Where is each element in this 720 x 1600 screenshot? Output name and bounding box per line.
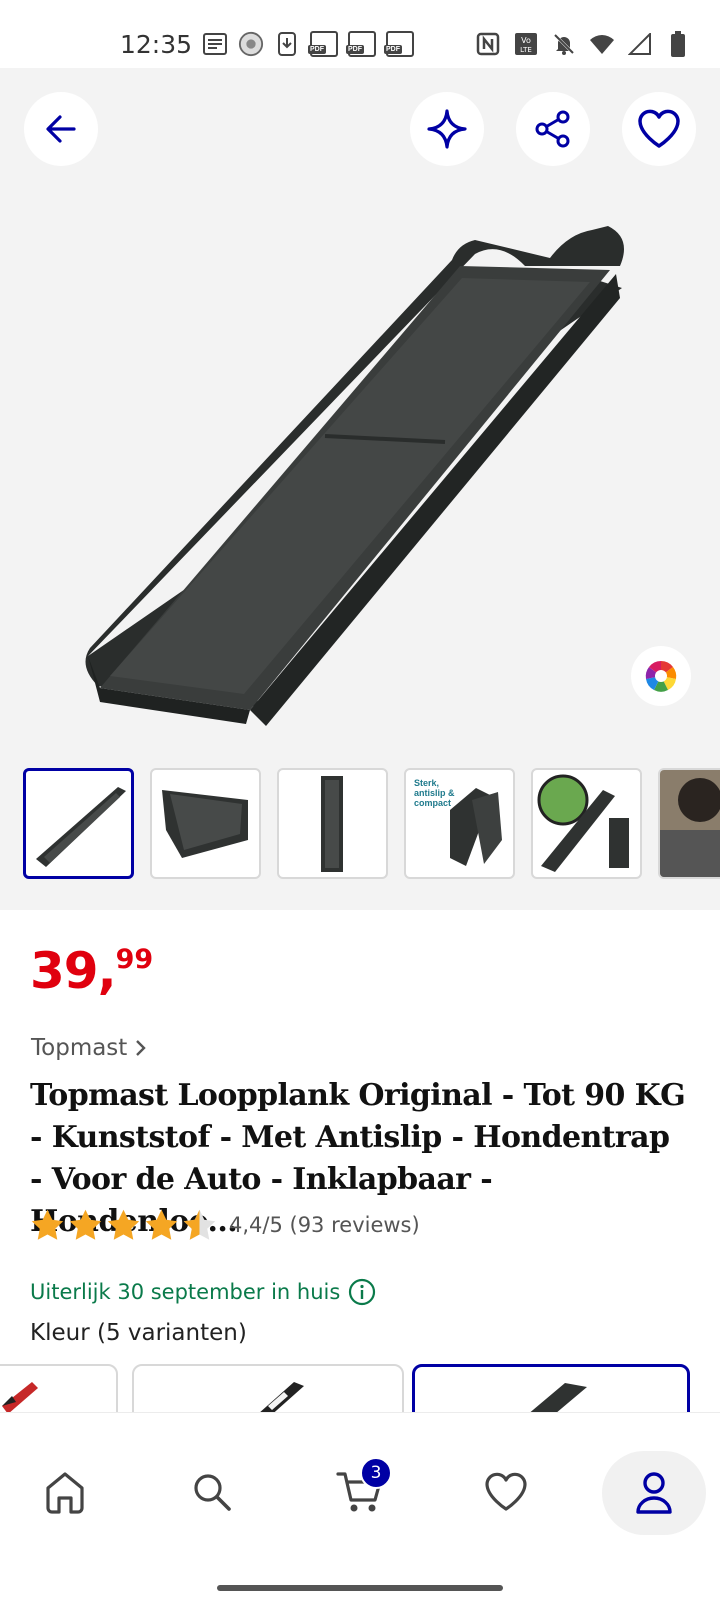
info-icon[interactable]: [348, 1278, 376, 1306]
heart-icon: [485, 1472, 527, 1511]
nav-cart[interactable]: 3: [310, 1453, 410, 1531]
star-icon: [145, 1209, 178, 1240]
half-star-icon: [183, 1209, 216, 1240]
account-icon: [636, 1472, 672, 1514]
status-time: 12:35: [120, 30, 193, 59]
rating-text: 4,4/5 (93 reviews): [229, 1213, 420, 1237]
back-button[interactable]: [24, 92, 98, 166]
thumbnail-3[interactable]: [277, 768, 388, 879]
star-icon: [107, 1209, 140, 1240]
thumbnail-4[interactable]: Sterk, antislip & compact: [404, 768, 515, 879]
search-icon: [194, 1474, 231, 1511]
cart-count-badge: 3: [360, 1457, 392, 1489]
variant-option-selected[interactable]: [412, 1364, 690, 1412]
color-variant-list: [0, 1364, 720, 1412]
pdf-icon: PDF: [346, 31, 376, 57]
heart-icon: [638, 109, 680, 148]
status-bar: 12:35 PDF PDF PDF Vo LTE: [0, 0, 720, 68]
thumbnail-5[interactable]: [531, 768, 642, 879]
signal-icon: [627, 31, 653, 57]
product-image[interactable]: [80, 178, 640, 758]
color-wheel-icon: [645, 661, 677, 692]
mute-icon: [551, 31, 577, 57]
notification-icons: PDF PDF PDF: [202, 31, 414, 57]
nfc-icon: [475, 31, 501, 57]
delivery-text: Uiterlijk 30 september in huis: [30, 1280, 341, 1304]
svg-text:Vo: Vo: [521, 36, 531, 45]
nav-search[interactable]: [162, 1453, 262, 1531]
variant-option[interactable]: [132, 1364, 404, 1412]
home-indicator: [217, 1585, 503, 1591]
star-icon: [31, 1209, 64, 1240]
thumbnail-caption: Sterk, antislip & compact: [414, 778, 455, 808]
pdf-icon: PDF: [384, 31, 414, 57]
star-icon: [69, 1209, 102, 1240]
brand-name: Topmast: [31, 1035, 128, 1061]
wifi-icon: [589, 31, 615, 57]
battery-icon: [665, 31, 691, 57]
color-variants-button[interactable]: [631, 646, 691, 706]
nav-account[interactable]: [602, 1451, 706, 1535]
sparkle-icon: [427, 109, 467, 149]
news-icon: [202, 31, 228, 57]
svg-text:LTE: LTE: [520, 46, 532, 54]
delivery-info[interactable]: Uiterlijk 30 september in huis: [30, 1278, 376, 1306]
thumbnail-1[interactable]: [23, 768, 134, 879]
color-variants-label: Kleur (5 varianten): [30, 1320, 247, 1346]
chevron-right-icon: [136, 1040, 147, 1056]
price-decimals: 99: [115, 944, 154, 975]
nav-home[interactable]: [15, 1453, 115, 1531]
share-icon: [535, 110, 570, 148]
ai-assistant-button[interactable]: [410, 92, 484, 166]
brand-link[interactable]: Topmast: [31, 1035, 147, 1061]
rating[interactable]: 4,4/5 (93 reviews): [30, 1208, 420, 1242]
price: 39,99: [30, 942, 153, 1000]
rating-stars: [30, 1208, 217, 1242]
pdf-icon: PDF: [308, 31, 338, 57]
product-gallery: Sterk, antislip & compact: [0, 68, 720, 910]
home-icon: [46, 1472, 84, 1514]
favorite-button[interactable]: [622, 92, 696, 166]
thumbnail-6[interactable]: [658, 768, 720, 879]
variant-option[interactable]: [0, 1364, 118, 1412]
share-button[interactable]: [516, 92, 590, 166]
app-notification-icon: [238, 31, 264, 57]
volte-icon: Vo LTE: [513, 31, 539, 57]
nav-wishlist[interactable]: [456, 1453, 556, 1531]
arrow-left-icon: [46, 115, 76, 143]
thumbnail-2[interactable]: [150, 768, 261, 879]
price-integer: 39,: [30, 942, 117, 1000]
bottom-navigation: 3: [0, 1412, 720, 1600]
download-icon: [274, 31, 300, 57]
system-icons: Vo LTE: [475, 31, 691, 57]
thumbnail-strip: Sterk, antislip & compact: [23, 768, 720, 880]
